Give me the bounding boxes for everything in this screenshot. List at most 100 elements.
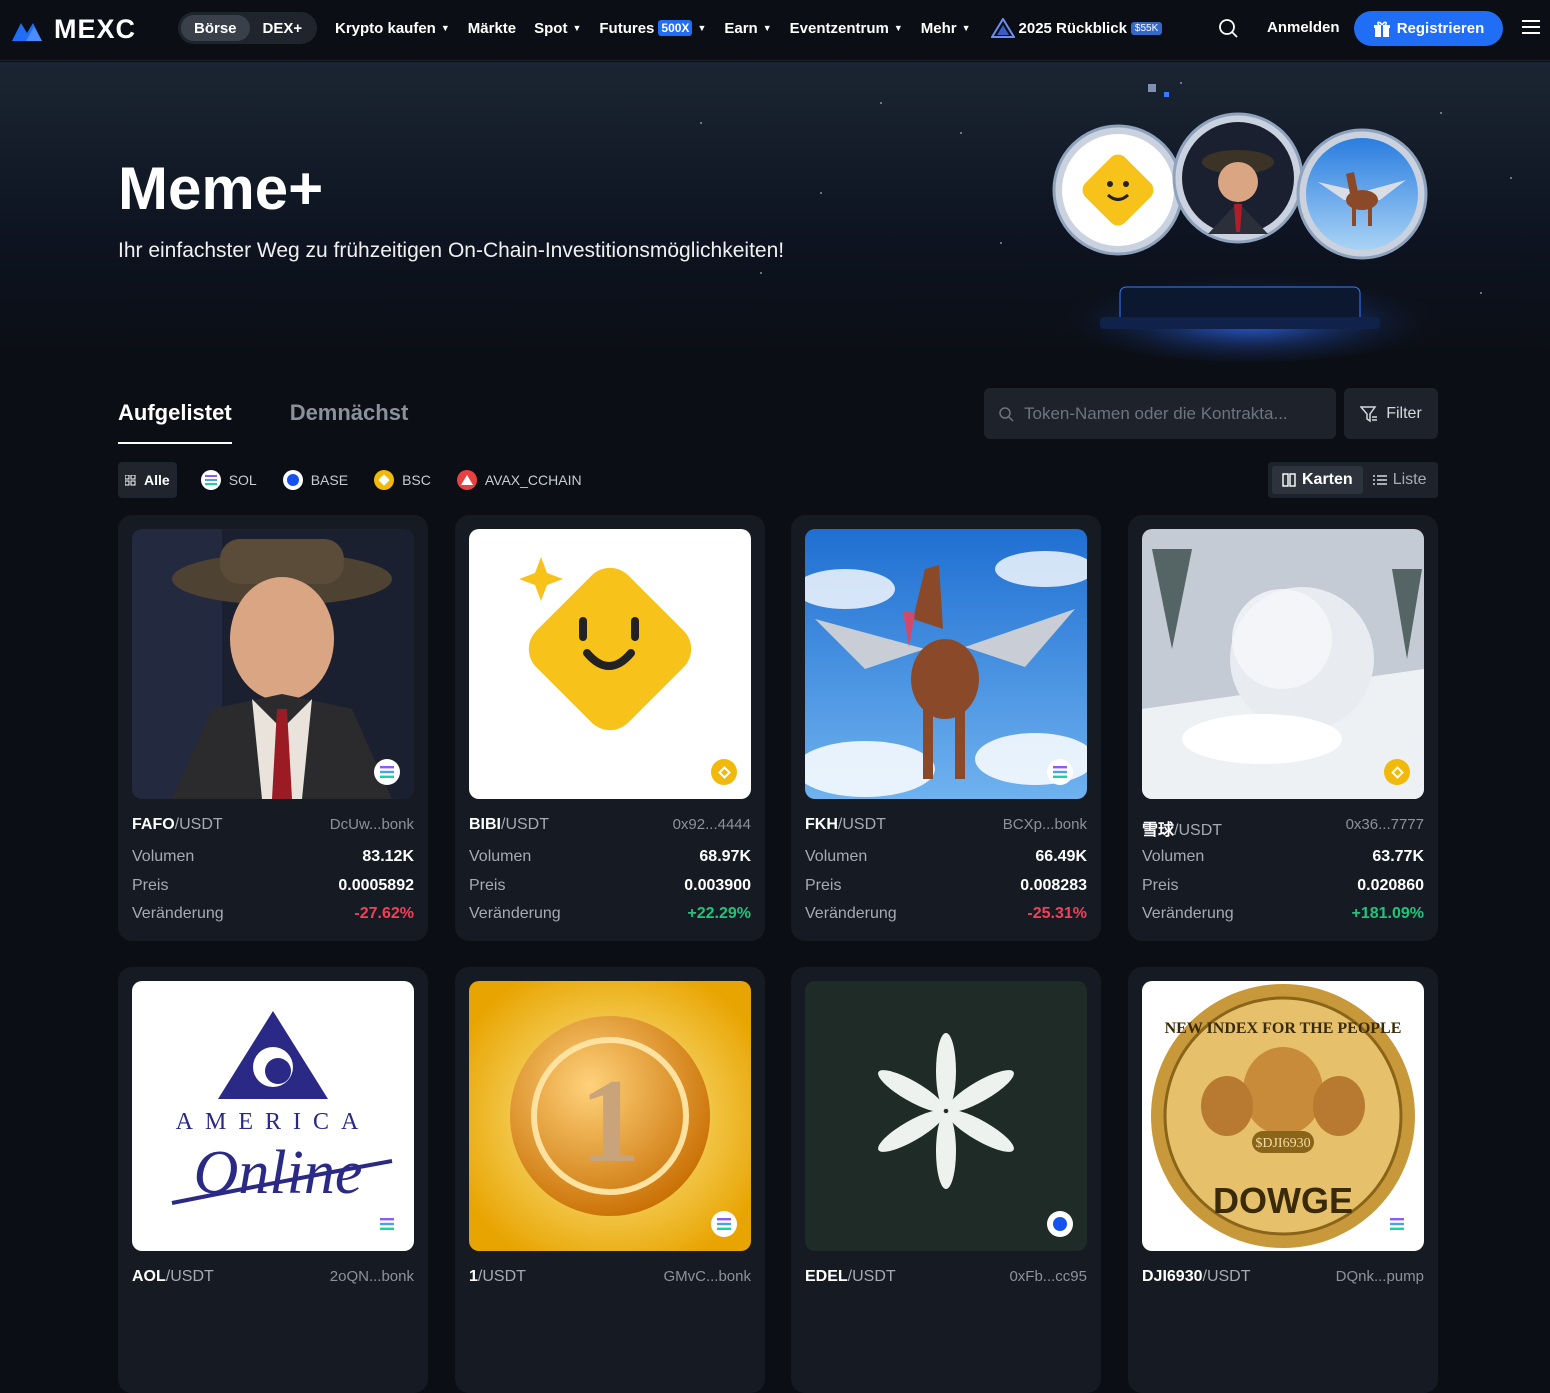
chain-label: BSC <box>402 472 431 488</box>
chain-label: Alle <box>144 472 170 488</box>
token-search <box>984 388 1336 439</box>
hamburger-menu-icon[interactable] <box>1522 19 1540 35</box>
token-image <box>1142 529 1424 799</box>
token-symbol: DJI6930 <box>1142 1268 1203 1285</box>
caret-down-icon: ▼ <box>893 23 903 33</box>
base-icon <box>282 470 303 490</box>
tab-demnaechst[interactable]: Demnächst <box>290 400 409 444</box>
token-pair: BIBI/USDT <box>469 816 549 834</box>
nav-maerkte[interactable]: Märkte <box>468 20 516 37</box>
nav-futures[interactable]: Futures 500X ▼ <box>599 20 706 37</box>
chain-label: SOL <box>228 472 257 488</box>
chain-label: BASE <box>310 472 349 488</box>
price-label: Preis <box>805 877 842 894</box>
price-value: 0.020860 <box>1357 877 1424 894</box>
token-card-fafo[interactable]: FAFO/USDT DcUw...bonk Volumen 83.12K Prei… <box>118 515 428 941</box>
segment-dex[interactable]: DEX+ <box>250 15 316 41</box>
filter-icon <box>1360 405 1378 422</box>
brand-name: MEXC <box>54 14 137 44</box>
quote-currency: /USDT <box>501 816 549 833</box>
search-icon[interactable] <box>1217 17 1239 39</box>
solana-icon <box>711 1211 737 1237</box>
token-card-edel[interactable]: EDEL/USDT 0xFb...cc95 <box>791 967 1101 1393</box>
solana-icon <box>374 1211 400 1237</box>
hero-illustration <box>1050 84 1450 362</box>
quote-currency: /USDT <box>165 1268 214 1285</box>
grid-icon <box>125 474 136 485</box>
token-image <box>805 981 1087 1251</box>
token-symbol: AOL <box>132 1268 166 1285</box>
token-card-dji6930[interactable]: NEW INDEX FOR THE PEOPLE $DJI6930 DOWGE DJ… <box>1128 967 1438 1393</box>
solana-icon <box>200 470 221 490</box>
nav-earn[interactable]: Earn ▼ <box>724 20 771 37</box>
quote-currency: /USDT <box>1174 822 1223 839</box>
mexc-logo[interactable]: MEXC <box>12 14 136 45</box>
nav-rueckblick[interactable]: 2025 Rückblick $55K <box>990 18 1163 38</box>
token-symbol: FAFO <box>132 816 175 833</box>
volume-value: 68.97K <box>699 848 751 865</box>
solana-icon <box>1384 1211 1410 1237</box>
nav-label: Futures <box>599 19 655 37</box>
caret-down-icon: ▼ <box>440 23 450 33</box>
change-label: Veränderung <box>469 905 561 922</box>
nav-label: Eventzentrum <box>789 19 889 37</box>
aol-wordmark: AMERICA <box>176 1109 371 1135</box>
nav-label: Krypto kaufen <box>335 19 436 37</box>
change-row: Veränderung +22.29% <box>469 905 751 923</box>
contract-address: 0x36...7777 <box>1345 816 1424 833</box>
nav-mehr[interactable]: Mehr ▼ <box>921 20 971 37</box>
volume-value: 66.49K <box>1035 848 1087 865</box>
change-label: Veränderung <box>805 905 897 922</box>
nav-krypto-kaufen[interactable]: Krypto kaufen ▼ <box>335 20 450 37</box>
hero-banner: Meme+ Ihr einfachster Weg zu frühzeitige… <box>0 62 1550 362</box>
nav-spot[interactable]: Spot ▼ <box>534 20 581 37</box>
quote-currency: /USDT <box>477 1268 526 1285</box>
nav-label: Mehr <box>920 19 957 37</box>
chain-bsc[interactable]: BSC <box>364 462 441 498</box>
token-card-bibi[interactable]: BIBI/USDT 0x92...4444 Volumen 68.97K Prei… <box>455 515 765 941</box>
caret-down-icon: ▼ <box>697 23 707 33</box>
base-icon <box>1047 1211 1073 1237</box>
token-symbol: FKH <box>805 816 838 833</box>
chain-avax[interactable]: AVAX_CCHAIN <box>447 462 592 498</box>
volume-value: 63.77K <box>1372 848 1424 865</box>
nav-label: Märkte <box>467 19 517 37</box>
chain-sol[interactable]: SOL <box>191 462 267 498</box>
token-card-one[interactable]: 1 1/USDT GMvC...bonk <box>455 967 765 1393</box>
volume-row: Volumen 63.77K <box>1142 848 1424 866</box>
top-navigation: MEXC Börse DEX+ Krypto kaufen ▼ Märkte Sp… <box>0 0 1550 61</box>
price-label: Preis <box>469 877 506 894</box>
chain-all[interactable]: Alle <box>118 462 177 498</box>
token-pair: DJI6930/USDT <box>1142 1268 1251 1286</box>
price-value: 0.008283 <box>1020 877 1087 894</box>
chain-base[interactable]: BASE <box>273 462 358 498</box>
token-symbol: BIBI <box>469 816 501 833</box>
token-pair: EDEL/USDT <box>805 1268 896 1286</box>
token-pair: 雪球/USDT <box>1142 816 1222 840</box>
nav-eventzentrum[interactable]: Eventzentrum ▼ <box>790 20 903 37</box>
volume-row: Volumen 66.49K <box>805 848 1087 866</box>
register-button[interactable]: Registrieren <box>1354 11 1503 46</box>
search-input[interactable] <box>1024 403 1324 424</box>
contract-address: GMvC...bonk <box>663 1268 751 1285</box>
token-card-fkh[interactable]: FKH/USDT BCXp...bonk Volumen 66.49K Preis… <box>791 515 1101 941</box>
view-cards-button[interactable]: Karten <box>1272 466 1363 494</box>
filter-label: Filter <box>1386 404 1422 422</box>
volume-label: Volumen <box>805 848 868 865</box>
login-link[interactable]: Anmelden <box>1267 19 1340 36</box>
view-list-button[interactable]: Liste <box>1363 466 1437 494</box>
token-image <box>132 529 414 799</box>
token-card-snowball[interactable]: 雪球/USDT 0x36...7777 Volumen 63.77K Preis 0… <box>1128 515 1438 941</box>
segment-boerse[interactable]: Börse <box>181 15 250 41</box>
list-icon <box>1372 475 1387 485</box>
bnb-icon <box>711 759 737 785</box>
tab-aufgelistet[interactable]: Aufgelistet <box>118 400 232 444</box>
change-row: Veränderung -25.31% <box>805 905 1087 923</box>
price-label: Preis <box>1142 877 1179 894</box>
contract-address: DQnk...pump <box>1335 1268 1424 1285</box>
search-icon <box>999 406 1014 422</box>
contract-address: 0xFb...cc95 <box>1009 1268 1087 1285</box>
token-card-aol[interactable]: AMERICA Online AOL/USDT 2oQN...bonk <box>118 967 428 1393</box>
exchange-switch: Börse DEX+ <box>178 12 317 44</box>
filter-button[interactable]: Filter <box>1344 388 1438 439</box>
